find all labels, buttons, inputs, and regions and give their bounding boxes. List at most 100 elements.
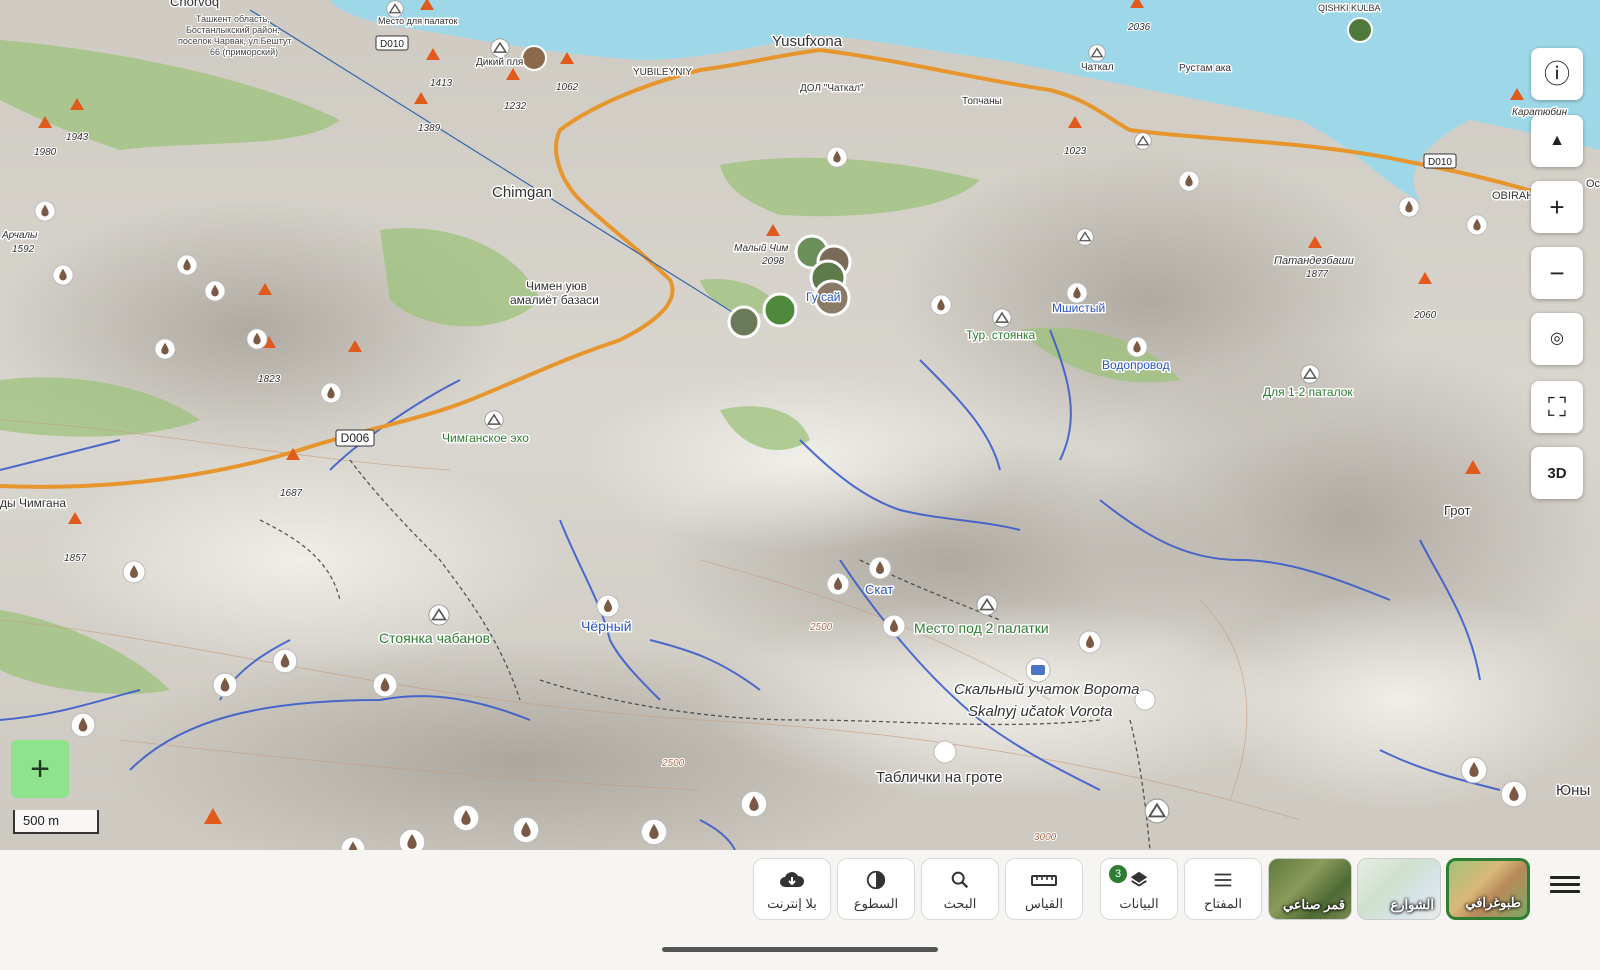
elev-1023: 1023 — [1064, 146, 1087, 157]
compass-icon: ▲ — [1549, 132, 1565, 149]
layer-streets-label: الشوارع — [1390, 897, 1434, 912]
elev-1980: 1980 — [34, 147, 57, 158]
label-dy-chimgana: ды Чимгана — [0, 496, 66, 510]
elev-2500-b: 2500 — [661, 758, 685, 769]
label-rustam-aka: Рустам ака — [1179, 63, 1231, 74]
label-cherniy: Чёрный — [581, 618, 632, 634]
label-qishki-kulba: QISHKI KULBA — [1318, 3, 1381, 13]
offline-label: بلا إنترنت — [767, 896, 817, 911]
label-yusufxona: Yusufxona — [772, 33, 843, 50]
label-os: Ос — [1586, 178, 1600, 190]
label-dlya-12-palatok: Для 1-2 паталок — [1263, 385, 1353, 399]
data-count-badge: 3 — [1109, 865, 1127, 883]
shading-button[interactable]: السطوع — [837, 858, 915, 920]
label-stoyanka-chabanov: Стоянка чабанов — [379, 630, 490, 646]
label-chimganskoe-eho: Чимганское эхо — [442, 431, 529, 445]
list-icon — [1214, 873, 1232, 887]
plus-icon: + — [1549, 192, 1565, 222]
bottom-toolbar: بلا إنترنت السطوع البحث القياس 3 البيانا… — [0, 850, 1600, 970]
menu-button[interactable] — [1550, 872, 1580, 900]
label-mshistiy: Мшистый — [1052, 301, 1105, 315]
layers-icon — [1130, 871, 1148, 887]
label-maly-chimgan: Малый Чим — [734, 243, 789, 254]
elev-2500-a: 2500 — [809, 622, 833, 633]
elev-2098: 2098 — [761, 256, 785, 267]
data-button[interactable]: 3 البيانات — [1100, 858, 1178, 920]
elev-1389: 1389 — [418, 123, 441, 134]
label-guryasay: Гу сай — [806, 290, 840, 304]
road-d010-a: D010 — [380, 39, 404, 50]
legend-label: المفتاح — [1204, 896, 1242, 911]
label-dol-chatkal: ДОЛ "Чаткал" — [800, 83, 864, 94]
minus-icon: − — [1549, 258, 1565, 288]
label-yubileyniy: YUBILEYNIY — [633, 67, 692, 78]
data-label: البيانات — [1119, 896, 1159, 911]
elev-1877: 1877 — [1306, 269, 1329, 280]
layer-streets[interactable]: الشوارع — [1357, 858, 1441, 920]
3d-label: 3D — [1547, 464, 1567, 482]
ruler-icon — [1031, 875, 1057, 886]
measure-button[interactable]: القياس — [1005, 858, 1083, 920]
label-patandezbashi: Патандезбаши — [1274, 255, 1354, 267]
label-chimgan: Chimgan — [492, 184, 552, 201]
fullscreen-button[interactable]: ⛶ — [1531, 381, 1583, 433]
label-vodoprovod: Водопровод — [1102, 358, 1170, 372]
label-tur-stoyanka: Тур. стоянка — [966, 328, 1036, 342]
elev-2036: 2036 — [1127, 22, 1151, 33]
fullscreen-icon: ⛶ — [1547, 392, 1567, 422]
search-icon — [951, 871, 969, 889]
elev-3000: 3000 — [1034, 832, 1057, 843]
label-yuny: Юны — [1556, 782, 1590, 799]
elev-1687: 1687 — [280, 488, 303, 499]
label-grot: Грот — [1444, 503, 1470, 518]
hamburger-icon — [1550, 876, 1580, 879]
label-chatkal: Чаткал — [1081, 62, 1114, 73]
search-button[interactable]: البحث — [921, 858, 999, 920]
map-view[interactable]: D010 D010 D006 Chorvoq Yusufxona Chimgan… — [0, 0, 1600, 850]
elev-1823: 1823 — [258, 374, 281, 385]
home-indicator — [662, 947, 938, 952]
elev-1232: 1232 — [504, 101, 527, 112]
layer-satellite-label: قمر صناعي — [1282, 897, 1345, 912]
search-label: البحث — [943, 896, 977, 911]
zoom-in-button[interactable]: + — [1531, 181, 1583, 233]
road-d010-b: D010 — [1428, 157, 1452, 168]
layer-satellite[interactable]: قمر صناعي — [1268, 858, 1352, 920]
elev-1943: 1943 — [66, 132, 89, 143]
label-skalnyj-lat: Skalnyj učatok Vorota — [968, 703, 1113, 720]
label-dikiy-plyazh: Дикий пля — [476, 57, 523, 68]
3d-toggle-button[interactable]: 3D — [1531, 447, 1583, 499]
label-chimen-uyv: Чимен уюв — [526, 279, 587, 293]
elev-2060: 2060 — [1413, 310, 1437, 321]
label-topchany: Топчаны — [962, 96, 1002, 107]
cloud-download-icon — [780, 872, 805, 887]
elev-1413: 1413 — [430, 78, 453, 89]
locate-button[interactable]: ◎ — [1531, 313, 1583, 365]
layer-topo[interactable]: طبوغرافي — [1446, 858, 1530, 920]
info-icon: ⓘ — [1543, 59, 1570, 89]
label-mesto-pod-2: Место под 2 палатки — [914, 620, 1049, 636]
add-button[interactable]: + — [11, 740, 69, 798]
road-d006: D006 — [341, 431, 370, 445]
label-skat: Скат — [865, 582, 893, 597]
shading-label: السطوع — [853, 896, 899, 911]
label-skalniy: Скальный учаток Ворота — [954, 681, 1139, 698]
contrast-icon — [866, 870, 886, 890]
info-button[interactable]: ⓘ — [1531, 48, 1583, 100]
label-tablichki: Таблички на гроте — [876, 769, 1002, 786]
label-amaliyet: амалиёт базаси — [510, 293, 599, 307]
label-archaly: Арчалы — [1, 230, 38, 241]
scale-bar: 500 m — [13, 810, 99, 834]
offline-button[interactable]: بلا إنترنت — [753, 858, 831, 920]
label-chorvoq: Chorvoq — [170, 0, 219, 9]
zoom-out-button[interactable]: − — [1531, 247, 1583, 299]
legend-button[interactable]: المفتاح — [1184, 858, 1262, 920]
locate-icon: ◎ — [1550, 330, 1564, 347]
label-mesto-palatok: Место для палаток — [378, 16, 457, 26]
elev-1062: 1062 — [556, 82, 579, 93]
layer-topo-label: طبوغرافي — [1465, 895, 1521, 910]
elev-1857: 1857 — [64, 553, 87, 564]
compass-button[interactable]: ▲ — [1531, 115, 1583, 167]
elev-1592: 1592 — [12, 244, 35, 255]
measure-label: القياس — [1025, 896, 1063, 911]
